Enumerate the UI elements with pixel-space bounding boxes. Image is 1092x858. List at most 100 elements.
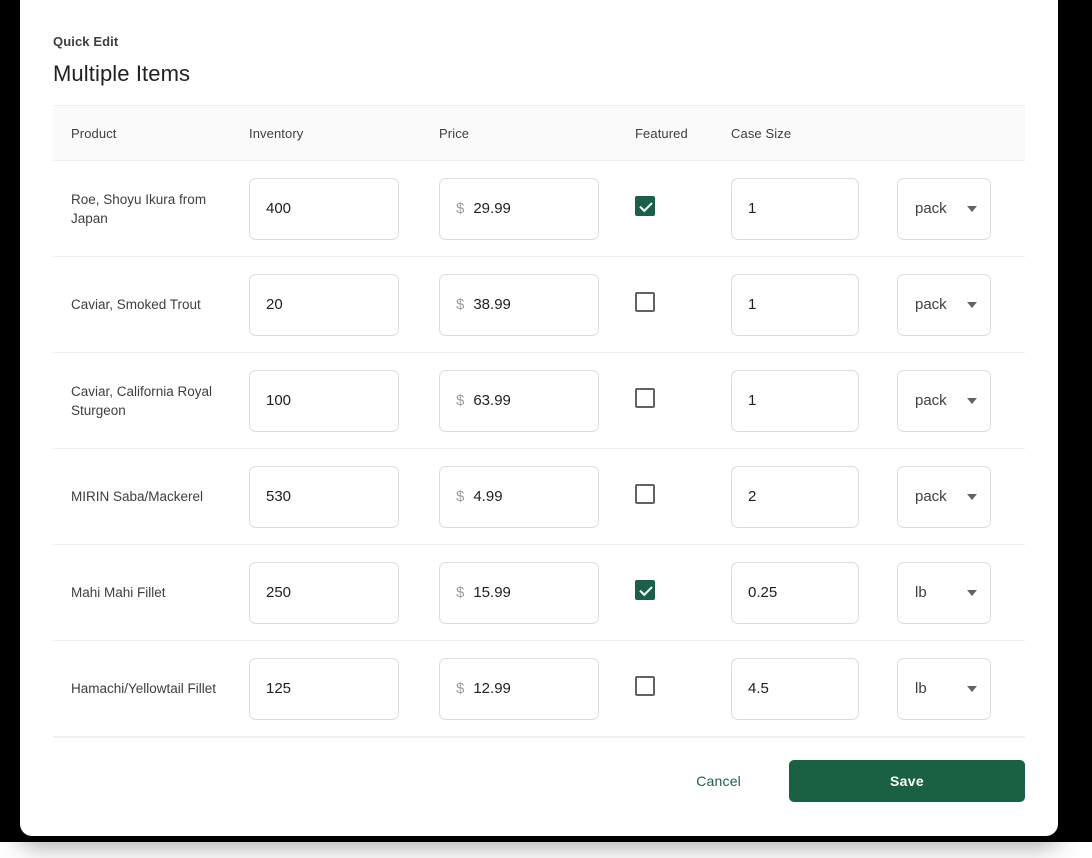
unit-select[interactable]: pack	[897, 369, 991, 432]
featured-checkbox[interactable]	[635, 580, 655, 600]
page-title: Multiple Items	[53, 61, 191, 86]
chevron-down-icon	[967, 493, 977, 500]
case-size-value: 2	[748, 488, 757, 505]
cell-featured	[635, 640, 731, 737]
edit-table-container: Product Inventory Price Featured Case Si…	[20, 106, 1058, 737]
inventory-input[interactable]: 20	[249, 273, 399, 336]
inventory-input[interactable]: 250	[249, 561, 399, 624]
price-input[interactable]: $63.99	[439, 369, 599, 432]
case-size-value: 0.25	[748, 584, 778, 601]
table-row: Roe, Shoyu Ikura from Japan 400 $29.99 1 pac…	[53, 160, 1025, 257]
case-size-input[interactable]: 4.5	[731, 657, 859, 720]
price-value: 29.99	[473, 200, 511, 217]
cell-featured	[635, 160, 731, 257]
column-header-featured: Featured	[635, 106, 731, 161]
case-size-input[interactable]: 2	[731, 465, 859, 528]
currency-symbol: $	[456, 392, 465, 409]
case-size-value: 4.5	[748, 680, 769, 697]
unit-select[interactable]: pack	[897, 273, 991, 336]
column-header-case-size: Case Size	[731, 106, 897, 161]
inventory-input[interactable]: 100	[249, 369, 399, 432]
cell-unit: lb	[897, 544, 1025, 641]
cell-featured	[635, 448, 731, 545]
price-input[interactable]: $12.99	[439, 657, 599, 720]
product-name: MIRIN Saba/Mackerel	[71, 489, 204, 504]
chevron-down-icon	[967, 205, 977, 212]
unit-select-value: pack	[915, 296, 947, 313]
price-input[interactable]: $38.99	[439, 273, 599, 336]
featured-checkbox[interactable]	[635, 292, 655, 312]
cell-product: Caviar, Smoked Trout	[53, 256, 249, 353]
unit-select-value: pack	[915, 392, 947, 409]
cell-product: MIRIN Saba/Mackerel	[53, 448, 249, 545]
cell-inventory: 250	[249, 544, 439, 641]
cell-inventory: 20	[249, 256, 439, 353]
chevron-down-icon	[967, 301, 977, 308]
case-size-value: 1	[748, 296, 757, 313]
inventory-input[interactable]: 125	[249, 657, 399, 720]
cell-featured	[635, 256, 731, 353]
inventory-value: 400	[266, 200, 292, 217]
cancel-button[interactable]: Cancel	[676, 761, 761, 801]
product-name: Caviar, California Royal Sturgeon	[71, 383, 213, 418]
table-row: Hamachi/Yellowtail Fillet 125 $12.99 4.5 lb	[53, 640, 1025, 737]
unit-select[interactable]: lb	[897, 657, 991, 720]
quick-edit-table: Product Inventory Price Featured Case Si…	[53, 106, 1025, 737]
cell-unit: lb	[897, 640, 1025, 737]
table-row: Mahi Mahi Fillet 250 $15.99 0.25 lb	[53, 544, 1025, 641]
chevron-down-icon	[967, 397, 977, 404]
case-size-value: 1	[748, 200, 757, 217]
featured-checkbox[interactable]	[635, 676, 655, 696]
save-button[interactable]: Save	[789, 760, 1025, 802]
inventory-value: 100	[266, 392, 292, 409]
inventory-input[interactable]: 530	[249, 465, 399, 528]
cell-inventory: 125	[249, 640, 439, 737]
price-input[interactable]: $4.99	[439, 465, 599, 528]
case-size-input[interactable]: 0.25	[731, 561, 859, 624]
cell-case-size: 1	[731, 352, 897, 449]
price-value: 12.99	[473, 680, 511, 697]
featured-checkbox[interactable]	[635, 196, 655, 216]
cell-unit: pack	[897, 352, 1025, 449]
price-input[interactable]: $15.99	[439, 561, 599, 624]
currency-symbol: $	[456, 296, 465, 313]
product-name: Roe, Shoyu Ikura from Japan	[71, 191, 207, 226]
product-name: Hamachi/Yellowtail Fillet	[71, 681, 217, 696]
chevron-down-icon	[967, 685, 977, 692]
currency-symbol: $	[456, 200, 465, 217]
column-header-inventory: Inventory	[249, 106, 439, 161]
cell-price: $63.99	[439, 352, 635, 449]
unit-select[interactable]: pack	[897, 177, 991, 240]
price-value: 4.99	[473, 488, 503, 505]
cell-product: Roe, Shoyu Ikura from Japan	[53, 160, 249, 257]
table-header-row: Product Inventory Price Featured Case Si…	[53, 106, 1025, 161]
dialog-footer: Cancel Save	[20, 737, 1058, 802]
featured-checkbox[interactable]	[635, 388, 655, 408]
cell-inventory: 530	[249, 448, 439, 545]
inventory-input[interactable]: 400	[249, 177, 399, 240]
price-value: 63.99	[473, 392, 511, 409]
quick-edit-dialog: Quick Edit Multiple Items Product Invent…	[20, 0, 1058, 836]
case-size-input[interactable]: 1	[731, 369, 859, 432]
cell-price: $15.99	[439, 544, 635, 641]
product-name: Mahi Mahi Fillet	[71, 585, 166, 600]
cell-case-size: 4.5	[731, 640, 897, 737]
currency-symbol: $	[456, 680, 465, 697]
price-input[interactable]: $29.99	[439, 177, 599, 240]
cell-case-size: 1	[731, 256, 897, 353]
footer-actions: Cancel Save	[53, 738, 1025, 802]
cell-price: $29.99	[439, 160, 635, 257]
cell-case-size: 1	[731, 160, 897, 257]
cell-price: $38.99	[439, 256, 635, 353]
unit-select[interactable]: lb	[897, 561, 991, 624]
featured-checkbox[interactable]	[635, 484, 655, 504]
cell-product: Caviar, California Royal Sturgeon	[53, 352, 249, 449]
case-size-input[interactable]: 1	[731, 273, 859, 336]
cell-unit: pack	[897, 448, 1025, 545]
cell-case-size: 2	[731, 448, 897, 545]
unit-select[interactable]: pack	[897, 465, 991, 528]
table-head: Product Inventory Price Featured Case Si…	[53, 106, 1025, 161]
inventory-value: 125	[266, 680, 292, 697]
currency-symbol: $	[456, 584, 465, 601]
case-size-input[interactable]: 1	[731, 177, 859, 240]
